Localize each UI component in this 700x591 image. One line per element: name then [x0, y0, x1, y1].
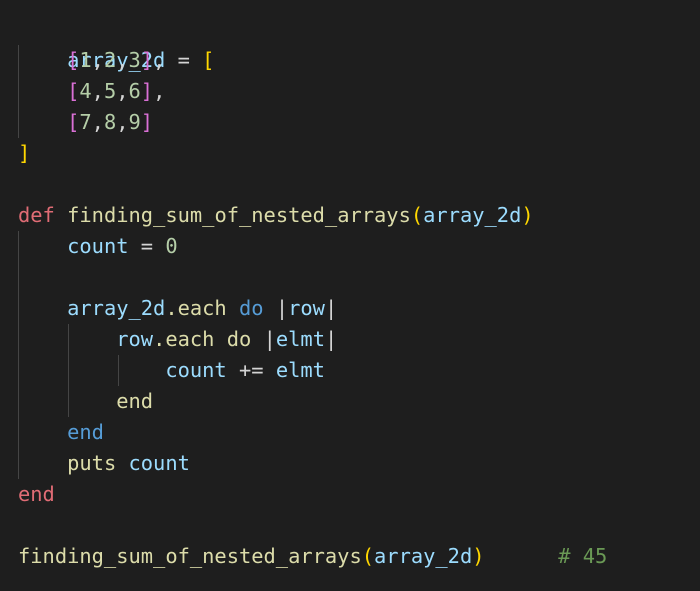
function-call: finding_sum_of_nested_arrays — [18, 544, 362, 568]
end-keyword: end — [18, 482, 55, 506]
code-line-13: end — [18, 386, 153, 417]
pipe: | — [324, 296, 338, 320]
code-editor[interactable]: array_2d = [ [1,2,3], [4,5,6], [7,8,9] ]… — [0, 0, 700, 591]
pipe: | — [263, 327, 276, 351]
number: 6 — [128, 79, 141, 103]
def-keyword: def — [18, 203, 55, 227]
code-line-10: array_2d.each do |row| — [18, 293, 337, 324]
code-line-18: finding_sum_of_nested_arrays(array_2d) #… — [18, 541, 607, 572]
variable-count: count — [128, 451, 190, 475]
row-open-bracket: [ — [67, 110, 80, 134]
comma: , — [153, 79, 166, 103]
paren-close: ) — [472, 544, 485, 568]
row-close-bracket: ] — [140, 110, 154, 134]
pipe: | — [275, 296, 289, 320]
end-keyword: end — [116, 389, 154, 413]
block-param-row: row — [288, 296, 325, 320]
code-line-8: count = 0 — [18, 231, 178, 262]
number: 5 — [103, 79, 117, 103]
code-line-15: puts count — [18, 448, 190, 479]
variable-row: row — [116, 327, 154, 351]
comment: # 45 — [558, 544, 608, 568]
row-open-bracket: [ — [67, 48, 80, 72]
assign-operator: = — [165, 48, 203, 72]
end-keyword: end — [67, 420, 104, 444]
code-line-7: def finding_sum_of_nested_arrays(array_2… — [18, 200, 534, 231]
block-param-elmt: elmt — [275, 327, 325, 351]
row-open-bracket: [ — [67, 79, 80, 103]
row-close-bracket: ] — [140, 48, 154, 72]
comma: , — [91, 79, 104, 103]
comma: , — [91, 48, 104, 72]
puts-function: puts — [67, 451, 117, 475]
comma: , — [116, 48, 129, 72]
variable-count: count — [67, 234, 129, 258]
code-line-16: end — [18, 479, 55, 510]
number: 7 — [79, 110, 92, 134]
code-line-1: array_2d = [ — [18, 14, 214, 72]
code-line-12: count += elmt — [18, 355, 325, 386]
code-line-4: [7,8,9] — [18, 107, 153, 138]
variable-count: count — [165, 358, 227, 382]
argument: array_2d — [374, 544, 473, 568]
paren-open: ( — [410, 203, 424, 227]
comma: , — [116, 110, 129, 134]
code-line-5: ] — [18, 138, 30, 169]
number: 9 — [128, 110, 141, 134]
function-name: finding_sum_of_nested_arrays — [67, 203, 411, 227]
each-method: .each — [153, 327, 215, 351]
variable-array-2d: array_2d — [67, 296, 166, 320]
number: 4 — [79, 79, 92, 103]
number: 8 — [103, 110, 117, 134]
code-line-14: end — [18, 417, 104, 448]
comma: , — [153, 48, 166, 72]
paren-close: ) — [521, 203, 534, 227]
number: 1 — [79, 48, 92, 72]
each-method: .each — [165, 296, 227, 320]
assign-operator: = — [128, 234, 166, 258]
do-keyword: do — [226, 327, 252, 351]
number-zero: 0 — [165, 234, 178, 258]
comma: , — [91, 110, 104, 134]
paren-open: ( — [361, 544, 375, 568]
parameter: array_2d — [423, 203, 522, 227]
open-bracket: [ — [202, 48, 215, 72]
do-keyword: do — [239, 296, 264, 320]
number: 3 — [128, 48, 141, 72]
comma: , — [116, 79, 129, 103]
code-line-11: row.each do |elmt| — [18, 324, 337, 355]
number: 2 — [103, 48, 117, 72]
variable-elmt: elmt — [275, 358, 325, 382]
plus-assign-operator: += — [226, 358, 276, 382]
code-line-3: [4,5,6], — [18, 76, 165, 107]
code-line-2: [1,2,3], — [18, 45, 165, 76]
row-close-bracket: ] — [140, 79, 154, 103]
pipe: | — [324, 327, 338, 351]
close-bracket: ] — [18, 141, 31, 165]
